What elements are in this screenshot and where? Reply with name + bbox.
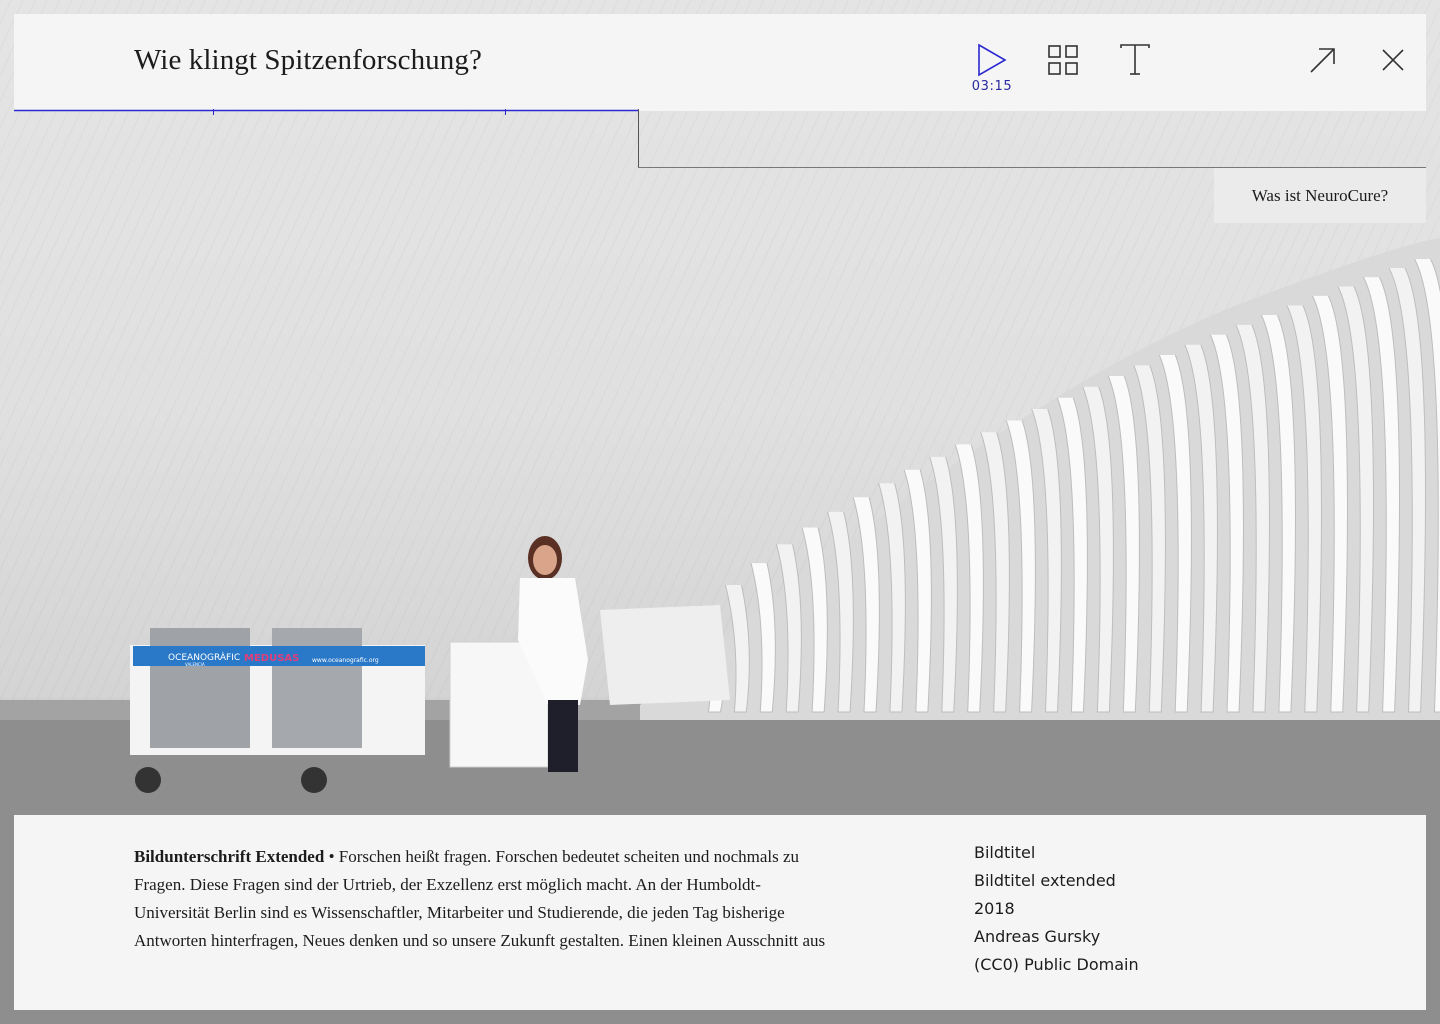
person-legs: [548, 700, 578, 772]
meta-year: 2018: [974, 899, 1015, 918]
close-icon[interactable]: [1375, 42, 1411, 78]
caption-lead: Bildunterschrift Extended: [134, 847, 325, 866]
cart-sign-city: VALENCIA: [185, 662, 205, 667]
play-icon[interactable]: [974, 42, 1010, 78]
caption-panel: Bildunterschrift Extended • Forschen hei…: [14, 815, 1426, 1010]
meta-title: Bildtitel: [974, 843, 1036, 862]
cart-wheel-right: [301, 767, 327, 793]
meta-title-extended: Bildtitel extended: [974, 871, 1116, 890]
person-face: [533, 545, 557, 575]
page-title: Wie klingt Spitzenforschung?: [134, 44, 482, 76]
meta-license: (CC0) Public Domain: [974, 955, 1139, 974]
cart-sign-product: MEDUSAS: [244, 653, 299, 664]
cart-sign-url: www.oceanografic.org: [312, 657, 379, 664]
arch-foot: [600, 605, 730, 705]
meta-author: Andreas Gursky: [974, 927, 1101, 946]
cart-wheel-left: [135, 767, 161, 793]
text-size-icon[interactable]: [1117, 42, 1153, 78]
grid-icon[interactable]: [1045, 42, 1081, 78]
header-bar: Wie klingt Spitzenforschung? 03:15: [14, 14, 1426, 111]
caption-text: Bildunterschrift Extended • Forschen hei…: [134, 843, 834, 955]
arrow-up-right-icon[interactable]: [1304, 42, 1340, 78]
caption-bullet: •: [324, 847, 339, 866]
audio-player[interactable]: 03:15: [972, 42, 1012, 98]
neurocure-link[interactable]: Was ist NeuroCure?: [1214, 168, 1426, 223]
play-duration: 03:15: [971, 79, 1013, 94]
image-meta: Bildtitel Bildtitel extended 2018 Andrea…: [974, 839, 1139, 979]
image-viewer: OCEANOGRÀFIC VALENCIA MEDUSAS www.oceano…: [0, 0, 1440, 1024]
